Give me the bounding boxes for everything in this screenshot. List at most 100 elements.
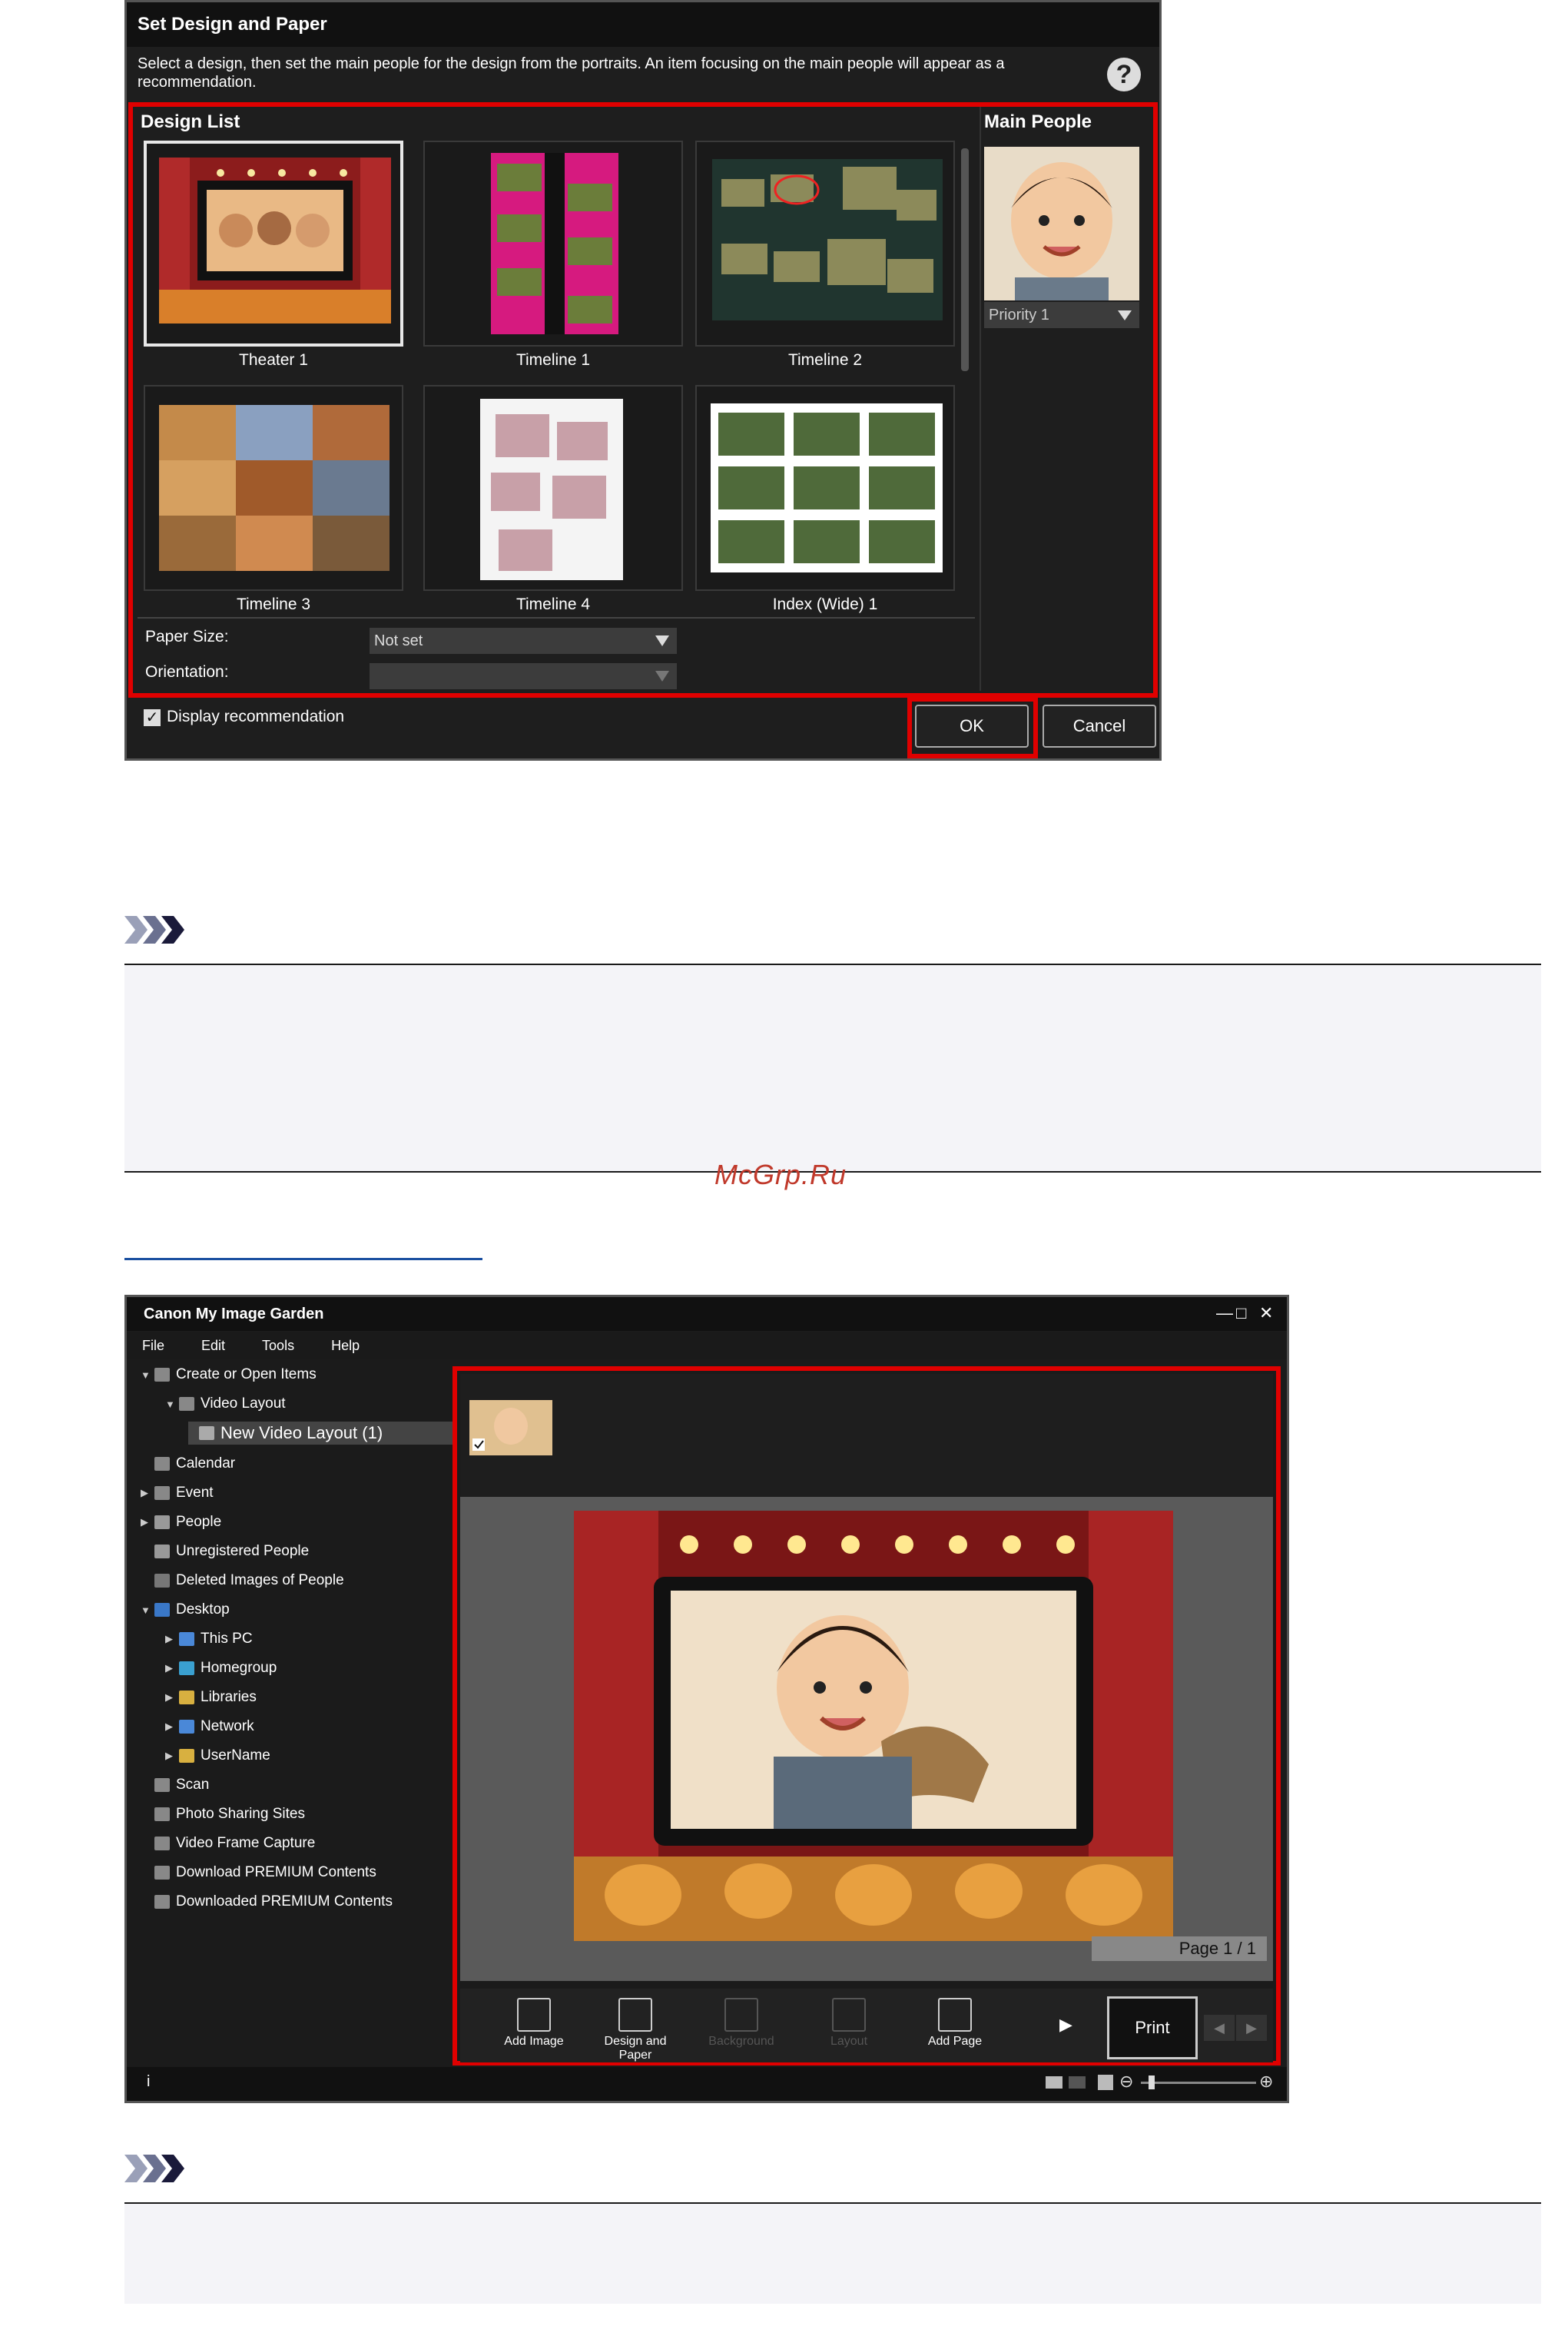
ok-button[interactable]: OK xyxy=(915,705,1029,748)
menu-edit[interactable]: Edit xyxy=(201,1338,225,1354)
note-icon xyxy=(124,2155,184,2182)
zoom-in-icon[interactable]: ⊕ xyxy=(1259,2072,1273,2092)
design-item-timeline-1[interactable]: Timeline 1 xyxy=(423,141,683,369)
background-button[interactable]: Background xyxy=(703,1998,780,2049)
main-people-card[interactable]: Priority 1 xyxy=(984,147,1139,331)
chevron-right-icon[interactable]: ▶ xyxy=(141,1487,154,1499)
orientation-select[interactable] xyxy=(370,663,677,689)
previous-page-icon[interactable]: ◀ xyxy=(1204,2015,1235,2041)
tree-item-unregistered-people[interactable]: Unregistered People xyxy=(141,1540,309,1563)
navigation-tree: ▼ Create or Open Items ▼ Video Layout New … xyxy=(127,1362,456,2053)
design-item-index-wide-1[interactable]: Index (Wide) 1 xyxy=(695,385,955,613)
chevron-down-icon[interactable]: ▼ xyxy=(165,1399,179,1410)
download-icon xyxy=(154,1866,170,1880)
tree-item-deleted-images-of-people[interactable]: Deleted Images of People xyxy=(141,1569,344,1592)
tree-item-create-or-open-items[interactable]: ▼ Create or Open Items xyxy=(141,1363,317,1386)
print-button[interactable]: Print xyxy=(1107,1996,1198,2059)
chevron-right-icon[interactable]: ▶ xyxy=(165,1691,179,1704)
layout-button[interactable]: Layout xyxy=(811,1998,887,2049)
tree-item-photo-sharing-sites[interactable]: Photo Sharing Sites xyxy=(141,1803,305,1826)
chevron-right-icon[interactable]: ▶ xyxy=(165,1750,179,1762)
chevron-down-icon[interactable]: ▼ xyxy=(141,1604,154,1616)
tree-item-desktop[interactable]: ▼ Desktop xyxy=(141,1598,230,1621)
zoom-slider[interactable] xyxy=(1141,2082,1256,2084)
tree-item-label: New Video Layout (1) xyxy=(220,1423,383,1442)
design-item-theater-1[interactable]: Theater 1 xyxy=(144,141,403,369)
tree-item-downloaded-premium-contents[interactable]: Downloaded PREMIUM Contents xyxy=(141,1890,393,1913)
menu-file[interactable]: File xyxy=(142,1338,164,1354)
event-icon xyxy=(154,1486,170,1500)
chevron-down-icon xyxy=(1118,310,1132,320)
tree-item-this-pc[interactable]: ▶ This PC xyxy=(165,1628,253,1651)
edit-toolbar: Add Image Design and Paper Background La… xyxy=(460,1989,1273,2062)
tree-item-event[interactable]: ▶ Event xyxy=(141,1482,214,1505)
design-list: Theater 1 Timeline 1 Timeline 2 Timeline… xyxy=(138,134,975,615)
note-body xyxy=(124,965,1541,1171)
add-image-icon xyxy=(517,1998,551,2032)
tree-item-video-frame-capture[interactable]: Video Frame Capture xyxy=(141,1832,315,1855)
tree-item-label: Unregistered People xyxy=(176,1543,310,1559)
tree-item-label: This PC xyxy=(201,1631,253,1647)
tree-item-video-layout[interactable]: ▼ Video Layout xyxy=(165,1392,286,1415)
tool-label: Background xyxy=(708,2035,774,2048)
maximize-icon[interactable]: □ xyxy=(1236,1303,1246,1323)
chevron-right-icon[interactable]: ▶ xyxy=(141,1516,154,1528)
close-icon[interactable]: ✕ xyxy=(1259,1303,1273,1323)
design-item-timeline-4[interactable]: Timeline 4 xyxy=(423,385,683,613)
share-icon xyxy=(154,1807,170,1821)
chevron-right-icon[interactable]: ▶ xyxy=(1059,2015,1072,2035)
tree-item-scan[interactable]: Scan xyxy=(141,1774,209,1797)
tree-item-people[interactable]: ▶ People xyxy=(141,1511,221,1534)
person-outline-icon xyxy=(154,1574,170,1588)
zoom-out-icon[interactable]: ⊖ xyxy=(1119,2072,1133,2092)
view-mode-icon[interactable] xyxy=(1046,2076,1062,2089)
chevron-down-icon[interactable]: ▼ xyxy=(141,1369,154,1381)
chevron-right-icon[interactable]: ▶ xyxy=(165,1720,179,1733)
layout-icon xyxy=(832,1998,866,2032)
add-image-button[interactable]: Add Image xyxy=(496,1998,572,2049)
zoom-slider-handle[interactable] xyxy=(1149,2075,1155,2089)
menu-help[interactable]: Help xyxy=(331,1338,360,1354)
tree-item-label: Download PREMIUM Contents xyxy=(176,1864,376,1880)
tree-item-username[interactable]: ▶ UserName xyxy=(165,1744,270,1767)
orientation-label: Orientation: xyxy=(145,663,229,681)
design-item-timeline-3[interactable]: Timeline 3 xyxy=(144,385,403,613)
view-mode-icon[interactable] xyxy=(1069,2076,1086,2089)
tree-item-label: Scan xyxy=(176,1777,210,1793)
tree-item-label: Homegroup xyxy=(201,1660,277,1676)
design-label: Theater 1 xyxy=(239,351,308,369)
display-recommendation-checkbox[interactable]: ✓ xyxy=(144,709,161,726)
cancel-button[interactable]: Cancel xyxy=(1043,705,1156,748)
design-list-scrollbar[interactable] xyxy=(961,148,969,371)
design-thumbnail xyxy=(695,141,955,347)
tree-item-network[interactable]: ▶ Network xyxy=(165,1715,254,1738)
tree-item-download-premium-contents[interactable]: Download PREMIUM Contents xyxy=(141,1861,376,1884)
menu-tools[interactable]: Tools xyxy=(262,1338,294,1354)
chevron-down-icon xyxy=(655,635,669,646)
design-item-timeline-2[interactable]: Timeline 2 xyxy=(695,141,955,369)
tree-item-new-video-layout[interactable]: New Video Layout (1) xyxy=(188,1422,456,1445)
minimize-icon[interactable]: — xyxy=(1216,1303,1233,1323)
tree-item-label: Video Frame Capture xyxy=(176,1835,316,1851)
info-icon[interactable]: i xyxy=(147,2073,150,2091)
chevron-right-icon[interactable]: ▶ xyxy=(165,1662,179,1674)
paper-size-select[interactable]: Not set xyxy=(370,628,677,654)
priority-select[interactable]: Priority 1 xyxy=(984,302,1139,328)
add-page-button[interactable]: Add Page xyxy=(917,1998,993,2049)
set-design-dialog: Set Design and Paper Select a design, th… xyxy=(124,0,1162,761)
question-circle-icon[interactable]: ? xyxy=(1107,58,1141,91)
hyperlink[interactable] xyxy=(124,1258,482,1260)
person-icon xyxy=(154,1545,170,1558)
design-label: Timeline 2 xyxy=(787,351,863,369)
tree-item-calendar[interactable]: Calendar xyxy=(141,1452,235,1475)
tree-item-label: Downloaded PREMIUM Contents xyxy=(176,1893,393,1910)
fit-icon[interactable] xyxy=(1098,2075,1113,2090)
design-and-paper-button[interactable]: Design and Paper xyxy=(597,1998,674,2062)
next-page-icon[interactable]: ▶ xyxy=(1236,2015,1267,2041)
chevron-right-icon[interactable]: ▶ xyxy=(165,1633,179,1645)
watermark: McGrp.Ru xyxy=(714,1159,847,1190)
design-thumbnail xyxy=(144,141,403,347)
display-recommendation-label: Display recommendation xyxy=(167,708,345,725)
tree-item-homegroup[interactable]: ▶ Homegroup xyxy=(165,1657,277,1680)
tree-item-libraries[interactable]: ▶ Libraries xyxy=(165,1686,257,1709)
